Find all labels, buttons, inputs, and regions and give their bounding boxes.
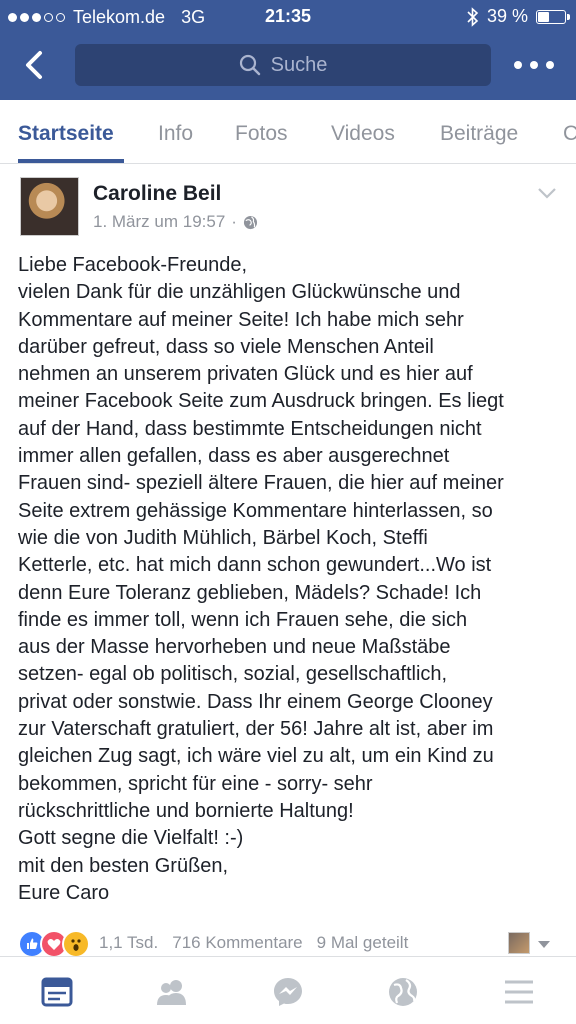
nav-row: Suche <box>0 38 576 92</box>
bluetooth-icon <box>467 6 479 27</box>
tab-fotos[interactable]: Fotos <box>235 122 288 146</box>
tab-videos[interactable]: Videos <box>331 122 395 146</box>
caret-down-icon[interactable] <box>537 939 551 949</box>
battery-icon <box>536 9 570 24</box>
globe-notifications-icon[interactable] <box>386 975 420 1009</box>
wow-reaction-icon <box>62 930 90 958</box>
status-bar: Telekom.de 3G 21:35 39 % <box>0 0 576 34</box>
back-arrow-icon[interactable] <box>18 48 52 82</box>
reactions-summary[interactable] <box>18 930 98 958</box>
reactions-count[interactable]: 1,1 Tsd. <box>99 933 158 953</box>
more-options-icon[interactable] <box>514 50 554 80</box>
post-stats: 1,1 Tsd. 716 Kommentare 9 Mal geteilt <box>99 933 408 953</box>
post: Caroline Beil 1. März um 19:57 · Liebe F… <box>0 166 576 956</box>
viewer-avatar[interactable] <box>508 932 530 954</box>
shares-count[interactable]: 9 Mal geteilt <box>317 933 409 953</box>
comments-count[interactable]: 716 Kommentare <box>172 933 302 953</box>
tab-more[interactable]: C <box>563 122 576 146</box>
post-meta: 1. März um 19:57 · <box>93 212 258 232</box>
tab-startseite[interactable]: Startseite <box>18 122 114 146</box>
post-text: Liebe Facebook-Freunde, vielen Dank für … <box>18 254 504 904</box>
battery-fill <box>538 11 549 22</box>
app-header: Telekom.de 3G 21:35 39 % Suche <box>0 0 576 100</box>
news-feed-icon[interactable] <box>40 975 74 1009</box>
search-placeholder: Suche <box>270 53 328 76</box>
messenger-icon[interactable] <box>271 975 305 1009</box>
menu-icon[interactable] <box>502 975 536 1009</box>
battery-percent: 39 % <box>486 6 528 26</box>
status-right: 39 % <box>467 6 570 27</box>
post-date[interactable]: 1. März um 19:57 <box>93 212 225 232</box>
search-bar[interactable]: Suche <box>75 44 491 86</box>
globe-icon <box>243 215 258 229</box>
meta-separator: · <box>231 212 237 231</box>
search-icon <box>239 54 260 76</box>
friends-icon[interactable] <box>155 975 189 1009</box>
avatar[interactable] <box>20 177 79 236</box>
tab-info[interactable]: Info <box>158 122 193 146</box>
post-author[interactable]: Caroline Beil <box>93 182 221 206</box>
page-tabs: Startseite Info Fotos Videos Beiträge C <box>0 100 576 164</box>
tab-beitraege[interactable]: Beiträge <box>440 122 518 146</box>
bottom-navigation <box>0 956 576 1024</box>
chevron-down-icon[interactable] <box>537 186 557 200</box>
active-tab-indicator <box>18 159 124 163</box>
